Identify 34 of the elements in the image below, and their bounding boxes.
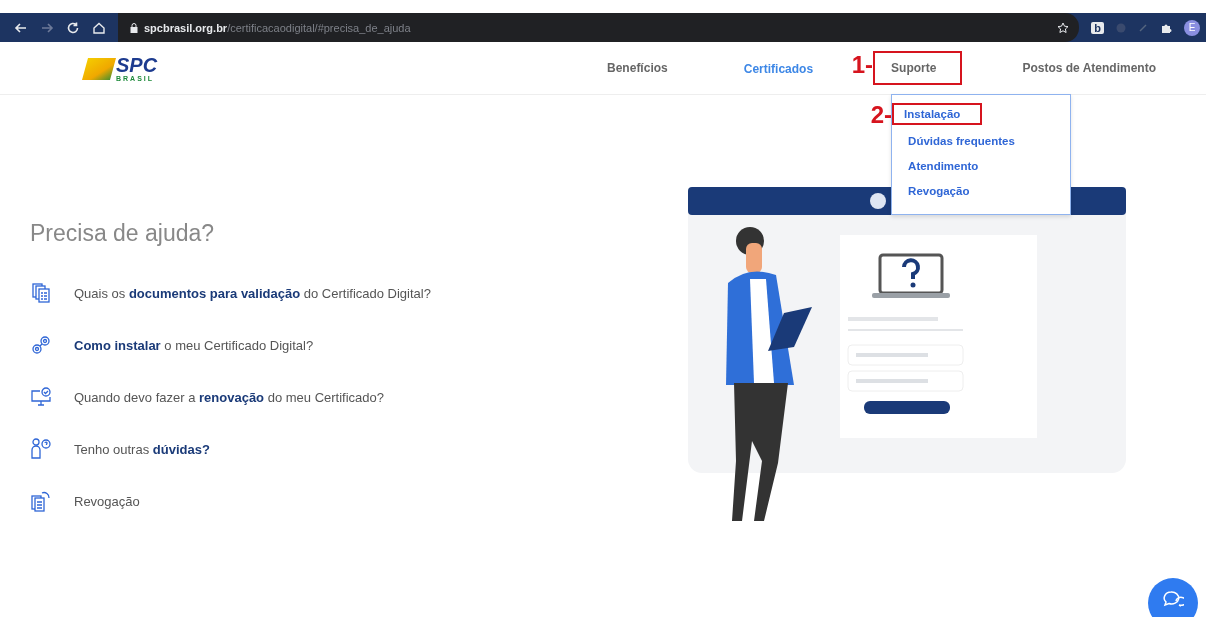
profile-avatar[interactable]: E: [1184, 19, 1200, 36]
documents-icon: [30, 283, 52, 303]
help-link[interactable]: Como instalar o meu Certificado Digital?: [74, 337, 314, 353]
url-text: spcbrasil.org.br/certificacaodigital/#precisa_de_ajuda: [144, 21, 411, 34]
monitor-check-icon: [30, 387, 52, 407]
star-icon[interactable]: [1057, 21, 1070, 34]
annotation-label: 1-: [851, 51, 874, 79]
home-icon[interactable]: [92, 20, 106, 35]
menu-item[interactable]: Atendimento: [904, 157, 983, 175]
logo-name: SPC: [116, 54, 158, 75]
chat-icon: [1162, 589, 1184, 610]
lock-icon: [130, 22, 138, 33]
chat-button[interactable]: [1148, 578, 1198, 617]
documents-refresh-icon: [30, 490, 52, 512]
nav-link[interactable]: Certificados: [727, 50, 830, 86]
annotation-label: 2-: [870, 101, 893, 129]
help-link[interactable]: Quais os documentos para validação do Certificado Digital?: [74, 285, 431, 301]
address-bar[interactable]: spcbrasil.org.br/certificacaodigital/#precisa_de_ajuda: [118, 13, 1080, 42]
person-question-icon: [30, 438, 52, 460]
menu-item[interactable]: Revogação: [904, 182, 974, 200]
menu-item[interactable]: Dúvidas frequentes: [904, 132, 1019, 150]
help-link[interactable]: Quando devo fazer a renovação do meu Certificado?: [74, 389, 385, 405]
help-link[interactable]: Revogação: [74, 493, 140, 509]
nav-link[interactable]: Suporte: [873, 51, 963, 85]
nav-link[interactable]: Postos de Atendimento: [1006, 51, 1172, 85]
help-link[interactable]: Tenho outras dúvidas?: [74, 441, 210, 457]
logo-mark-icon: [82, 55, 116, 82]
nav-link[interactable]: Benefícios: [591, 51, 684, 85]
back-icon[interactable]: [14, 20, 28, 35]
forward-icon[interactable]: [40, 20, 54, 35]
gears-icon: [30, 335, 52, 355]
extension-button[interactable]: b: [1091, 21, 1104, 34]
reload-icon[interactable]: [66, 20, 80, 35]
section-heading: Precisa de ajuda?: [30, 220, 216, 247]
